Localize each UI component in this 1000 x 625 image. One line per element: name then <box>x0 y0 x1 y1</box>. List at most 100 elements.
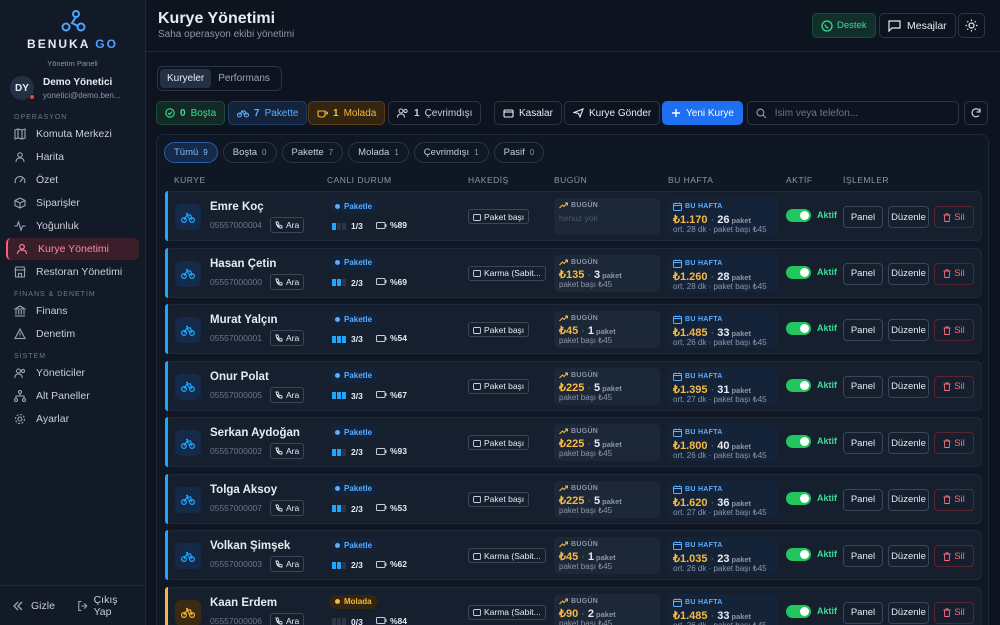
active-toggle[interactable] <box>786 435 811 448</box>
delete-button[interactable]: Sil <box>934 432 974 454</box>
call-button[interactable]: Ara <box>270 330 305 346</box>
call-button[interactable]: Ara <box>270 217 305 233</box>
theme-toggle-button[interactable] <box>958 13 985 38</box>
table-row[interactable]: Serkan Aydoğan 05557000002 Ara Paketle 2/3 %9… <box>165 417 982 467</box>
filter-chip[interactable]: Çevrimdışı 1 <box>413 142 489 163</box>
status-in-package-button[interactable]: 7 Pakette <box>228 101 308 125</box>
status-break-button[interactable]: 1 Molada <box>308 101 386 125</box>
table-row[interactable]: Hasan Çetin 05557000000 Ara Paketle 2/3 %69 Ka… <box>165 247 982 298</box>
edit-button[interactable]: Düzenle <box>888 488 929 511</box>
filter-chip[interactable]: Pakette 7 <box>281 142 344 163</box>
panel-button[interactable]: Panel <box>843 488 883 511</box>
user-profile[interactable]: DY Demo Yönetici yonetici@demo.ben... <box>0 70 145 106</box>
edit-button[interactable]: Düzenle <box>888 375 929 398</box>
week-card: BU HAFTA ₺1.620 · 36 paket ort. 27 dk · paket… <box>668 480 778 518</box>
call-button[interactable]: Ara <box>270 273 305 290</box>
sidebar-item-restoran-yönetimi[interactable]: Restoran Yönetimi <box>6 261 139 283</box>
active-toggle[interactable] <box>786 265 811 279</box>
courier-phone: 05557000004 <box>210 220 263 230</box>
battery-level: %53 <box>390 502 408 513</box>
tab-kuryeler[interactable]: Kuryeler <box>160 69 212 88</box>
delete-button[interactable]: Sil <box>934 488 974 511</box>
collapse-button[interactable]: Gizle <box>12 600 55 612</box>
delete-button[interactable]: Sil <box>934 262 974 285</box>
panel-button[interactable]: Panel <box>843 601 883 624</box>
sidebar-item-yoğunluk[interactable]: Yoğunluk <box>6 215 139 237</box>
today-label: BUGÜN <box>571 371 599 379</box>
delete-button[interactable]: Sil <box>934 206 974 228</box>
new-courier-button[interactable]: Yeni Kurye <box>662 101 743 125</box>
filter-chip[interactable]: Boşta 0 <box>222 142 277 163</box>
active-toggle[interactable] <box>786 209 811 222</box>
panel-button[interactable]: Panel <box>843 375 883 398</box>
delete-button[interactable]: Sil <box>934 319 974 341</box>
panel-button[interactable]: Panel <box>843 206 883 228</box>
send-courier-button[interactable]: Kurye Gönder <box>564 101 661 125</box>
table-row[interactable]: Onur Polat 05557000005 Ara Paketle 3/3 %67 Pak… <box>165 360 982 411</box>
messages-button[interactable]: Mesajlar <box>879 13 956 38</box>
panel-button[interactable]: Panel <box>843 262 883 285</box>
status-offline-button[interactable]: 1 Çevrimdışı <box>388 101 482 125</box>
status-label: Paketle <box>344 258 373 267</box>
sidebar-item-kurye-yönetimi[interactable]: Kurye Yönetimi <box>6 238 139 260</box>
edit-button[interactable]: Düzenle <box>888 319 929 341</box>
panel-button[interactable]: Panel <box>843 432 883 454</box>
logout-button[interactable]: Çıkış Yap <box>77 594 133 618</box>
status-stripe <box>165 417 168 467</box>
call-button[interactable]: Ara <box>270 499 305 516</box>
sidebar-item-yöneticiler[interactable]: Yöneticiler <box>6 362 139 384</box>
edit-button[interactable]: Düzenle <box>888 545 929 567</box>
edit-button[interactable]: Düzenle <box>888 262 929 285</box>
courier-phone: 05557000007 <box>210 502 263 513</box>
sidebar-item-komuta-merkezi[interactable]: Komuta Merkezi <box>6 123 139 145</box>
status-idle-button[interactable]: 0 Boşta <box>156 101 226 125</box>
active-toggle[interactable] <box>786 378 811 392</box>
battery-level: %84 <box>390 615 408 625</box>
table-row[interactable]: Kaan Erdem 05557000006 Ara Molada 0/3 %84 Karm… <box>165 586 982 625</box>
refresh-button[interactable] <box>964 101 988 125</box>
active-toggle[interactable] <box>786 491 811 505</box>
cash-registers-button[interactable]: Kasalar <box>494 101 562 125</box>
week-card: BU HAFTA ₺1.485 · 33 paket ort. 26 dk · paket… <box>668 593 778 625</box>
delete-button[interactable]: Sil <box>934 375 974 398</box>
table-row[interactable]: Volkan Şimşek 05557000003 Ara Paketle 2/3 %62… <box>165 530 982 580</box>
trend-icon <box>559 258 568 265</box>
sidebar-item-ayarlar[interactable]: Ayarlar <box>6 408 139 430</box>
delete-button[interactable]: Sil <box>934 545 974 567</box>
active-toggle[interactable] <box>786 604 811 618</box>
sidebar-item-harita[interactable]: Harita <box>6 146 139 168</box>
active-toggle[interactable] <box>786 322 811 335</box>
today-label: BUGÜN <box>571 258 599 266</box>
call-button[interactable]: Ara <box>270 386 305 403</box>
edit-button[interactable]: Düzenle <box>888 432 929 454</box>
panel-button[interactable]: Panel <box>843 545 883 567</box>
table-row[interactable]: Murat Yalçın 05557000001 Ara Paketle 3/3 %54 P… <box>165 304 982 354</box>
delete-button[interactable]: Sil <box>934 601 974 624</box>
edit-button[interactable]: Düzenle <box>888 206 929 228</box>
today-packet-label: paket <box>602 496 622 506</box>
tab-performans[interactable]: Performans <box>211 69 277 88</box>
filter-chip[interactable]: Tümü 9 <box>164 142 218 163</box>
table-row[interactable]: Emre Koç 05557000004 Ara Paketle 1/3 %89 Paket… <box>165 191 982 241</box>
sidebar-item-denetim[interactable]: Denetim <box>6 323 139 345</box>
filter-chip[interactable]: Pasif 0 <box>493 142 545 163</box>
today-empty: henüz yok <box>559 213 598 223</box>
load-segment <box>342 222 346 230</box>
filter-chip[interactable]: Molada 1 <box>348 142 409 163</box>
whatsapp-support-button[interactable]: Destek <box>812 13 876 38</box>
sidebar-item-alt-paneller[interactable]: Alt Paneller <box>6 385 139 407</box>
status-stripe <box>165 360 168 411</box>
call-button[interactable]: Ara <box>270 612 305 625</box>
table-row[interactable]: Tolga Aksoy 05557000007 Ara Paketle 2/3 %53 Pa… <box>165 473 982 524</box>
call-button[interactable]: Ara <box>270 556 305 572</box>
calendar-icon <box>673 598 682 607</box>
sidebar-item-siparişler[interactable]: Siparişler <box>6 192 139 214</box>
panel-button[interactable]: Panel <box>843 319 883 341</box>
sidebar-item-finans[interactable]: Finans <box>6 300 139 322</box>
active-toggle[interactable] <box>786 548 811 561</box>
edit-button[interactable]: Düzenle <box>888 601 929 624</box>
status-label: Paketle <box>344 540 373 550</box>
sidebar-item-özet[interactable]: Özet <box>6 169 139 191</box>
search-input[interactable] <box>774 107 950 119</box>
call-button[interactable]: Ara <box>270 443 305 459</box>
